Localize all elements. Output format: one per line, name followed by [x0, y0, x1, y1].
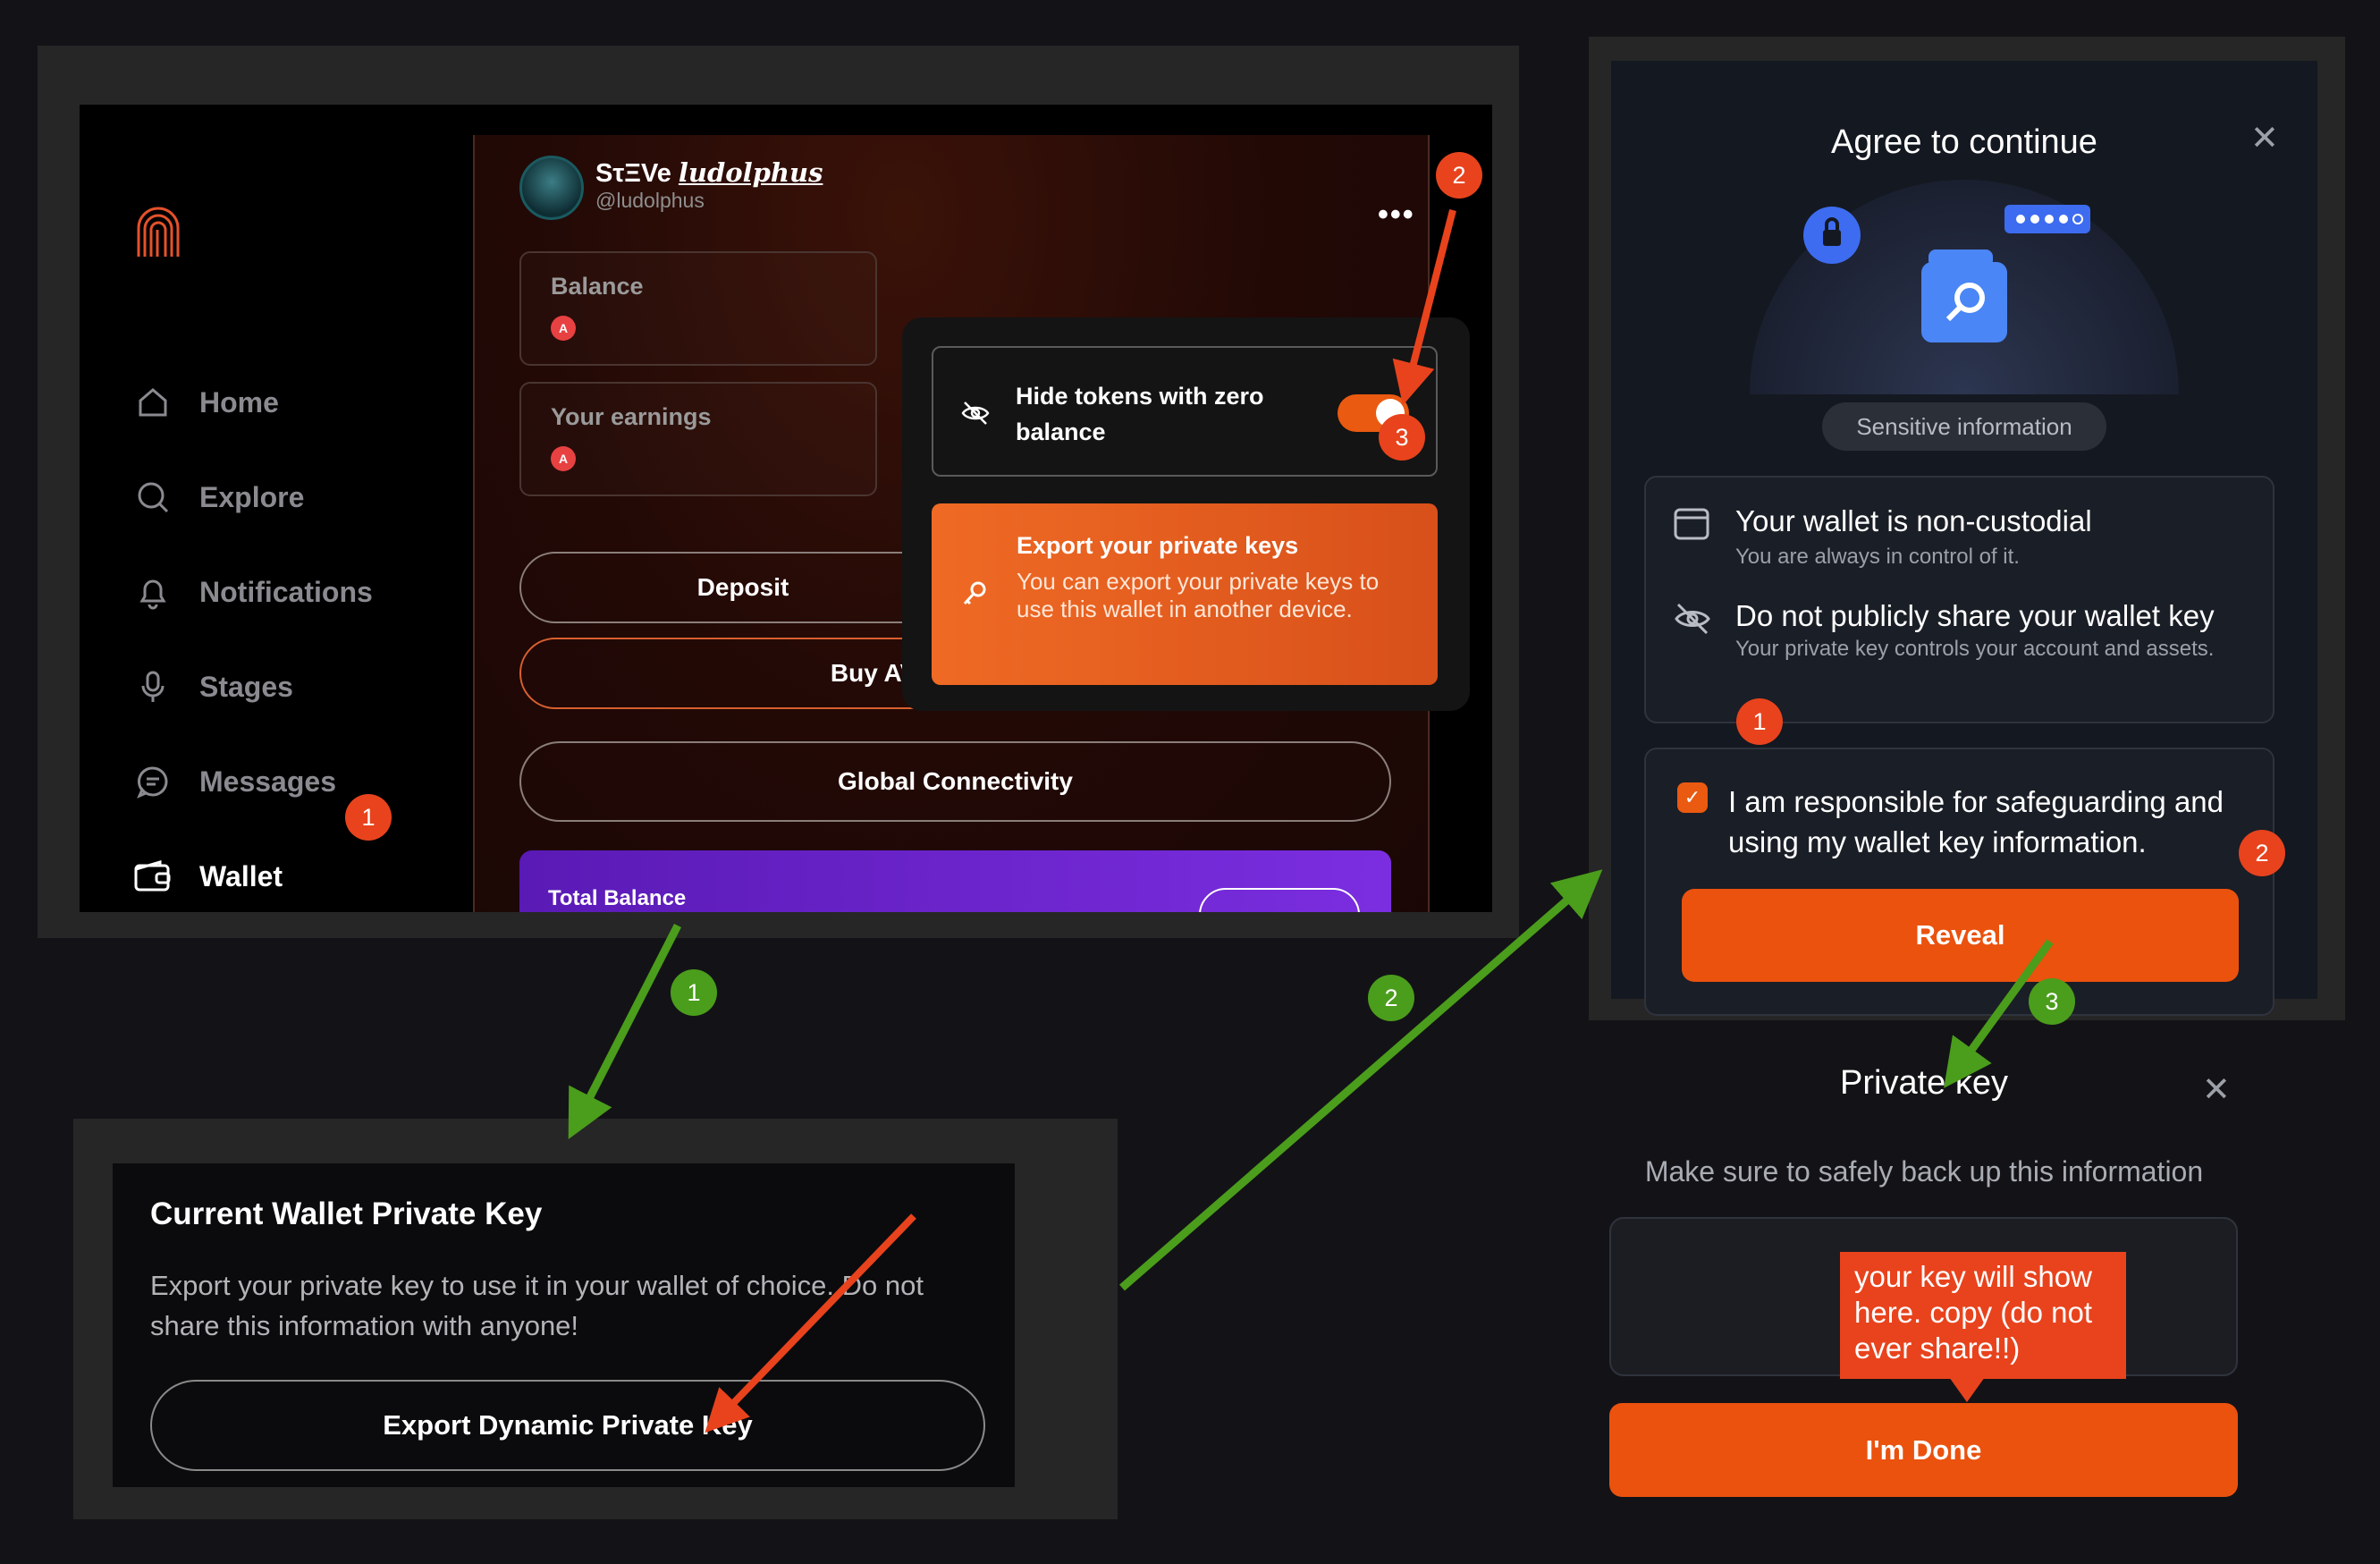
microphone-icon	[133, 667, 173, 706]
sidebar-item-notifications[interactable]: Notifications	[133, 545, 473, 639]
app-logo-icon	[137, 207, 180, 257]
total-balance-label: Total Balance	[548, 886, 687, 910]
options-dropdown: Hide tokens with zero balance Export you…	[902, 317, 1470, 711]
sidebar-item-label: Home	[199, 385, 279, 418]
step-marker: 3	[1379, 414, 1425, 461]
bell-icon	[133, 572, 173, 612]
eye-off-icon	[960, 398, 991, 433]
total-balance-action-button[interactable]	[1199, 888, 1360, 912]
eye-off-icon	[1673, 599, 1712, 643]
private-key-title: Private key	[1840, 1064, 2008, 1102]
profile-handle: @ludolphus	[595, 189, 705, 212]
agree-modal: Agree to continue ✕ Sensitive informatio…	[1611, 61, 2317, 1016]
agreement-checkbox[interactable]: ✓	[1677, 782, 1708, 813]
wallet-icon	[133, 857, 173, 896]
global-connectivity-button[interactable]: Global Connectivity	[519, 741, 1391, 822]
current-wallet-description: Export your private key to use it in you…	[150, 1270, 924, 1341]
modal-title: Agree to continue	[1831, 123, 2097, 161]
non-custodial-subtitle: You are always in control of it.	[1735, 545, 2020, 569]
step-marker: 1	[671, 969, 717, 1016]
balance-card: Balance A	[519, 251, 877, 366]
sidebar-item-explore[interactable]: Explore	[133, 450, 473, 545]
do-not-share-title: Do not publicly share your wallet key	[1735, 599, 2215, 632]
total-balance-card: Total Balance	[519, 850, 1391, 912]
info-box: Your wallet is non-custodial You are alw…	[1644, 476, 2275, 723]
deposit-button[interactable]: Deposit	[519, 552, 966, 623]
search-icon	[133, 478, 173, 517]
step-marker: 1	[1736, 698, 1783, 745]
sidebar-item-home[interactable]: Home	[133, 355, 473, 450]
export-private-keys-option[interactable]: Export your private keys You can export …	[932, 503, 1438, 685]
sidebar-item-stages[interactable]: Stages	[133, 639, 473, 734]
wallet-screenshot-frame: Home Explore Notifications Stages Messag…	[38, 46, 1519, 938]
wallet-icon	[1673, 504, 1710, 546]
avatar[interactable]	[519, 156, 584, 220]
close-icon[interactable]: ✕	[2202, 1069, 2231, 1110]
private-key-subtitle: Make sure to safely back up this informa…	[1644, 1155, 2204, 1188]
hide-zero-balance-option[interactable]: Hide tokens with zero balance	[932, 346, 1438, 477]
chat-icon	[133, 762, 173, 801]
more-options-button[interactable]: •••	[1378, 198, 1415, 232]
non-custodial-title: Your wallet is non-custodial	[1735, 504, 2092, 537]
sensitive-info-illustration	[1750, 180, 2179, 394]
sidebar-nav: Home Explore Notifications Stages Messag…	[133, 355, 473, 912]
wallet-screen: Home Explore Notifications Stages Messag…	[80, 105, 1492, 912]
step-marker: 2	[2239, 830, 2285, 876]
earnings-card: Your earnings A	[519, 382, 877, 496]
home-icon	[133, 383, 173, 422]
avax-icon: A	[551, 446, 576, 471]
sidebar-item-label: Wallet	[199, 859, 283, 892]
current-wallet-title: Current Wallet Private Key	[150, 1196, 543, 1231]
export-private-keys-description: You can export your private keys to use …	[1017, 568, 1380, 622]
sensitive-info-badge: Sensitive information	[1822, 402, 2106, 451]
export-private-key-button[interactable]: Export Dynamic Private Key	[150, 1380, 985, 1471]
sidebar-item-label: Messages	[199, 765, 336, 798]
avax-icon: A	[551, 316, 576, 341]
sidebar-item-label: Explore	[199, 480, 305, 513]
agreement-box: ✓ I am responsible for safeguarding and …	[1644, 748, 2275, 1016]
balance-label: Balance	[551, 273, 644, 300]
export-private-keys-title: Export your private keys	[1017, 532, 1299, 559]
step-marker: 3	[2029, 978, 2075, 1025]
reveal-button[interactable]: Reveal	[1682, 889, 2239, 982]
callout-tail	[1949, 1377, 1985, 1402]
sidebar-item-label: Stages	[199, 670, 293, 703]
sidebar-item-messages[interactable]: Messages	[133, 734, 473, 829]
do-not-share-subtitle: Your private key controls your account a…	[1735, 637, 2215, 661]
step-marker: 2	[1368, 975, 1414, 1021]
checkmark-icon: ✓	[1684, 786, 1701, 808]
arrow-step-1	[568, 923, 682, 1140]
current-wallet-frame: Current Wallet Private Key Export your p…	[73, 1119, 1118, 1519]
earnings-label: Your earnings	[551, 403, 712, 430]
hide-zero-balance-label: Hide tokens with zero balance	[1016, 383, 1264, 445]
agreement-label: I am responsible for safeguarding and us…	[1728, 785, 2224, 858]
sidebar-item-label: Notifications	[199, 575, 373, 608]
step-marker: 1	[345, 794, 392, 841]
current-wallet-panel: Current Wallet Private Key Export your p…	[113, 1163, 1015, 1487]
profile-name: SτΞVe ludolphus	[595, 157, 823, 188]
done-button[interactable]: I'm Done	[1609, 1403, 2238, 1497]
sidebar-item-wallet[interactable]: Wallet	[133, 829, 473, 912]
step-marker: 2	[1436, 152, 1482, 199]
key-icon	[960, 579, 989, 613]
arrow-step-2	[1119, 869, 1603, 1291]
close-icon[interactable]: ✕	[2250, 118, 2279, 158]
private-key-callout: your key will show here. copy (do not ev…	[1840, 1252, 2126, 1379]
agree-modal-frame: Agree to continue ✕ Sensitive informatio…	[1589, 37, 2345, 1020]
